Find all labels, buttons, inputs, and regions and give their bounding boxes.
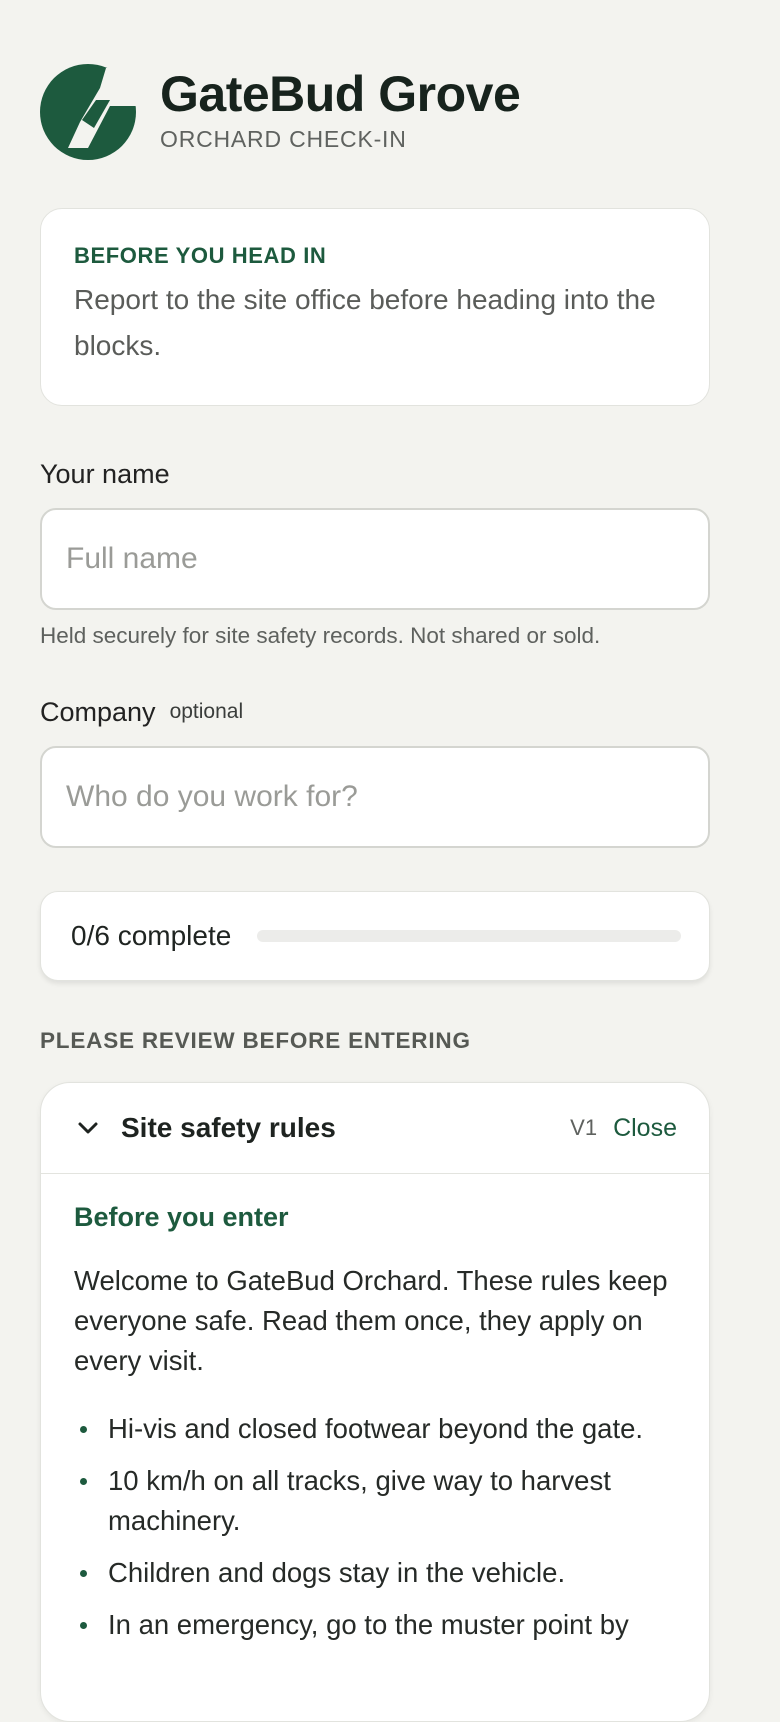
- review-heading: PLEASE REVIEW BEFORE ENTERING: [40, 1028, 471, 1053]
- notice-body: Report to the site office before heading…: [74, 284, 656, 361]
- rules-subheading: Before you enter: [74, 1202, 289, 1232]
- rule-item-text: 10 km/h on all tracks, give way to harve…: [108, 1465, 611, 1536]
- close-rules-button[interactable]: Close: [613, 1114, 677, 1143]
- notice-card: BEFORE YOU HEAD IN Report to the site of…: [40, 208, 710, 406]
- rules-accordion-header[interactable]: Site safety rules V1 Close: [41, 1083, 709, 1174]
- company-label: Company optional: [40, 697, 243, 728]
- rule-item-text: Children and dogs stay in the vehicle.: [108, 1557, 566, 1588]
- progress-bar: [257, 930, 681, 942]
- leaf-logo-icon: [40, 64, 136, 160]
- company-label-text: Company: [40, 697, 156, 727]
- rules-intro: Welcome to GateBud Orchard. These rules …: [74, 1265, 668, 1376]
- rules-content: Before you enter Welcome to GateBud Orch…: [41, 1174, 709, 1645]
- app-title: GateBud Grove: [160, 66, 521, 122]
- rule-item: Children and dogs stay in the vehicle.: [74, 1553, 677, 1593]
- progress-text: 0/6 complete: [71, 920, 232, 951]
- rules-list: Hi-vis and closed footwear beyond the ga…: [74, 1409, 677, 1645]
- rule-item-text: In an emergency, go to the muster point …: [108, 1609, 629, 1640]
- brand-header: GateBud Grove ORCHARD CHECK-IN: [40, 62, 521, 160]
- rule-item: 10 km/h on all tracks, give way to harve…: [74, 1461, 677, 1541]
- chevron-down-icon[interactable]: [75, 1115, 101, 1141]
- rules-accordion: Site safety rules V1 Close Before you en…: [40, 1082, 710, 1722]
- name-label: Your name: [40, 459, 170, 490]
- bullet-icon: [80, 1478, 87, 1485]
- bullet-icon: [80, 1426, 87, 1433]
- rules-title: Site safety rules: [121, 1112, 336, 1143]
- name-input[interactable]: [40, 508, 710, 610]
- name-label-text: Your name: [40, 459, 170, 489]
- name-hint: Held securely for site safety records. N…: [40, 623, 601, 648]
- bullet-icon: [80, 1622, 87, 1629]
- bullet-icon: [80, 1570, 87, 1577]
- notice-title: BEFORE YOU HEAD IN: [74, 243, 327, 268]
- progress-card: 0/6 complete: [40, 891, 710, 981]
- app-subtitle: ORCHARD CHECK-IN: [160, 126, 407, 152]
- rule-item-text: Hi-vis and closed footwear beyond the ga…: [108, 1413, 644, 1444]
- rule-item: Hi-vis and closed footwear beyond the ga…: [74, 1409, 677, 1449]
- optional-tag: optional: [169, 700, 244, 723]
- rule-item: In an emergency, go to the muster point …: [74, 1605, 677, 1645]
- version-badge: V1: [570, 1115, 598, 1140]
- company-input[interactable]: [40, 746, 710, 848]
